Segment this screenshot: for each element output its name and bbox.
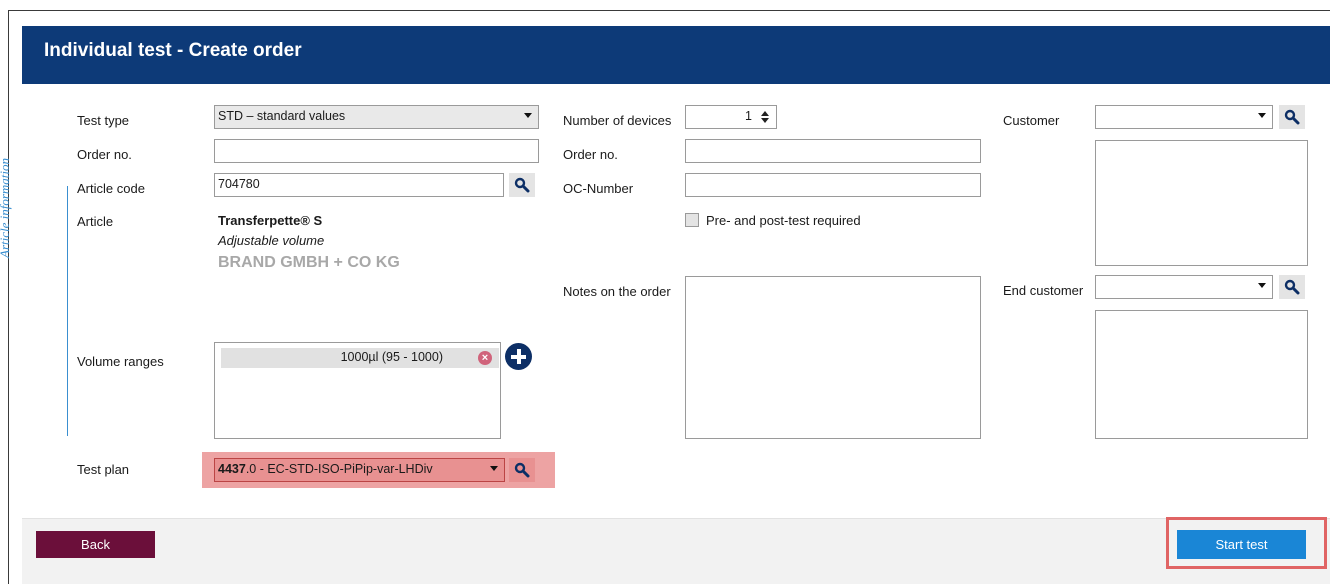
add-volume-range-button[interactable] — [505, 343, 532, 370]
article-code-input[interactable]: 704780 — [214, 173, 504, 197]
test-plan-number: 4437 — [218, 462, 246, 476]
middle-order-no-input[interactable] — [685, 139, 981, 163]
order-no-input[interactable] — [214, 139, 539, 163]
customer-label: Customer — [1003, 113, 1060, 128]
dialog-header: Individual test - Create order — [22, 26, 1330, 84]
customer-search-button[interactable] — [1279, 105, 1305, 129]
page-title: Individual test - Create order — [44, 40, 302, 61]
test-type-select[interactable]: STD – standard values — [214, 105, 539, 129]
search-icon — [514, 177, 530, 193]
test-plan-label: Test plan — [77, 462, 130, 477]
test-plan-value: 4437.0 - EC-STD-ISO-PiPip-var-LHDiv — [218, 462, 433, 476]
num-devices-value: 1 — [745, 109, 752, 123]
customer-details-box — [1095, 140, 1308, 266]
remove-icon[interactable]: × — [478, 351, 492, 365]
article-code-label: Article code — [77, 181, 145, 196]
order-no-label: Order no. — [77, 147, 132, 162]
oc-number-label: OC-Number — [563, 181, 634, 196]
volume-range-value: 1000µl (95 - 1000) — [340, 350, 443, 364]
dropdown-caret-icon — [1258, 283, 1266, 288]
article-information-label: Article information — [0, 157, 12, 258]
end-customer-search-button[interactable] — [1279, 275, 1305, 299]
article-manufacturer: BRAND GMBH + CO KG — [218, 254, 400, 271]
middle-order-no-label: Order no. — [563, 147, 618, 162]
notes-label: Notes on the order — [563, 284, 671, 299]
spinner-icon[interactable] — [760, 110, 770, 124]
volume-range-chip: 1000µl (95 - 1000) × — [221, 348, 499, 368]
article-section-line — [67, 186, 68, 436]
pre-post-label: Pre- and post-test required — [706, 213, 861, 228]
test-plan-search-button[interactable] — [509, 458, 535, 482]
test-plan-rest: .0 - EC-STD-ISO-PiPip-var-LHDiv — [245, 462, 433, 476]
search-icon — [1284, 109, 1300, 125]
back-button[interactable]: Back — [36, 531, 155, 558]
customer-select[interactable] — [1095, 105, 1273, 129]
article-code-search-button[interactable] — [509, 173, 535, 197]
article-subtitle: Adjustable volume — [218, 233, 325, 248]
num-devices-label: Number of devices — [563, 113, 672, 128]
article-name: Transferpette® S — [218, 213, 323, 228]
end-customer-details-box — [1095, 310, 1308, 439]
dropdown-caret-icon — [524, 113, 532, 118]
pre-post-checkbox[interactable] — [685, 213, 699, 227]
end-customer-select[interactable] — [1095, 275, 1273, 299]
end-customer-label: End customer — [1003, 283, 1084, 298]
dialog-footer — [22, 518, 1330, 584]
volume-ranges-label: Volume ranges — [77, 354, 164, 369]
test-plan-select[interactable]: 4437.0 - EC-STD-ISO-PiPip-var-LHDiv — [214, 458, 505, 482]
test-type-label: Test type — [77, 113, 130, 128]
search-icon — [514, 462, 530, 478]
dropdown-caret-icon — [1258, 113, 1266, 118]
search-icon — [1284, 279, 1300, 295]
article-label: Article — [77, 214, 114, 229]
dropdown-caret-icon — [490, 466, 498, 471]
start-test-button[interactable]: Start test — [1177, 530, 1306, 559]
notes-textarea[interactable] — [685, 276, 981, 439]
article-code-value: 704780 — [218, 177, 260, 191]
num-devices-stepper[interactable]: 1 — [685, 105, 777, 129]
oc-number-input[interactable] — [685, 173, 981, 197]
test-type-value: STD – standard values — [218, 109, 346, 123]
